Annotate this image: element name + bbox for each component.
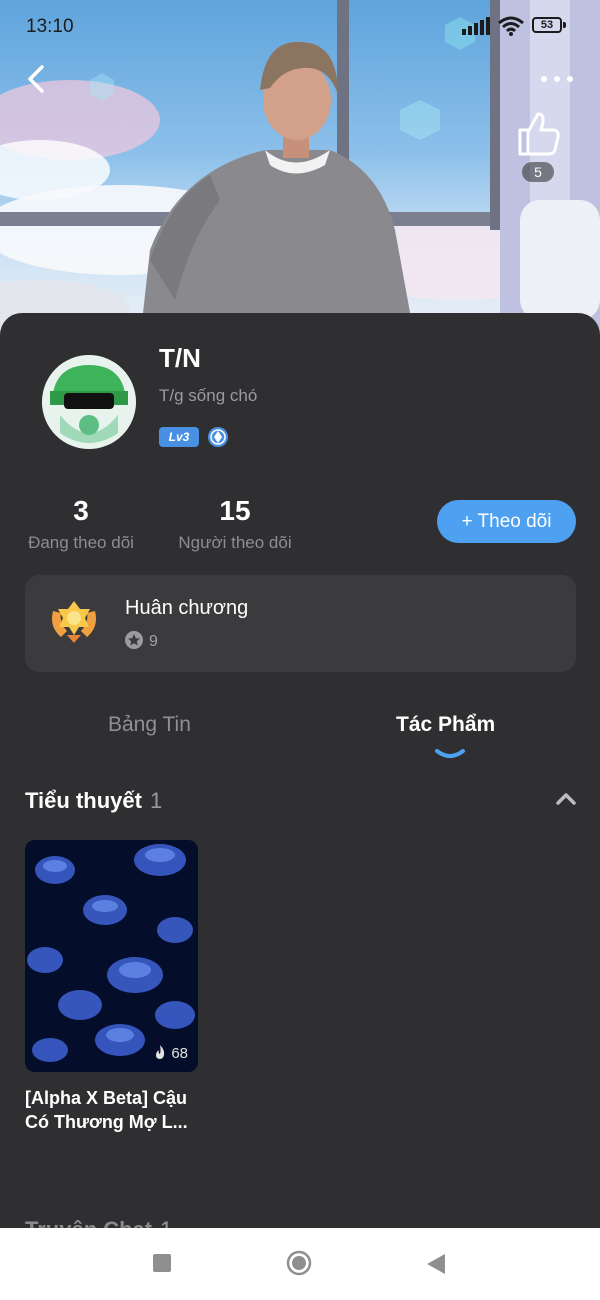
profile-panel: T/N T/g sống chó Lv3 3 Đang theo dõi 15 … [0, 313, 600, 1228]
back-triangle-icon[interactable] [425, 1252, 447, 1276]
avatar-image [42, 355, 136, 449]
following-count: 3 [73, 495, 89, 526]
recent-apps-icon[interactable] [153, 1254, 171, 1272]
novel-views: 68 [153, 1044, 188, 1062]
fire-icon [156, 1045, 165, 1059]
novel-section-title: Tiểu thuyết 1 [25, 788, 162, 814]
followers-count: 15 [219, 495, 251, 526]
battery-icon: 53 [532, 17, 566, 35]
status-bar: 13:10 53 [0, 0, 600, 56]
diamond-badge-icon [208, 427, 228, 447]
avatar[interactable] [42, 355, 136, 449]
jellyfish-cover-image [25, 840, 198, 1072]
level-badge: Lv3 [159, 427, 199, 447]
following-label: Đang theo dõi [28, 533, 134, 552]
wifi-icon [498, 16, 524, 36]
home-circle-icon[interactable] [286, 1250, 312, 1276]
tab-feed[interactable]: Bảng Tin [108, 713, 191, 737]
more-options-icon[interactable] [540, 72, 574, 86]
chat-section-count: 1 [160, 1217, 172, 1228]
like-count: 5 [522, 162, 554, 182]
like-button[interactable]: 5 [512, 110, 564, 186]
followers-stat[interactable]: 15 Người theo dõi [173, 495, 297, 553]
novel-section-count: 1 [149, 788, 163, 813]
system-navigation-bar [0, 1228, 600, 1300]
star-icon [125, 631, 143, 649]
signal-icon [462, 17, 490, 35]
tab-works[interactable]: Tác Phẩm [396, 713, 495, 737]
battery-level: 53 [532, 17, 562, 33]
medals-count: 9 [149, 633, 158, 650]
chevron-up-icon[interactable] [555, 791, 577, 807]
novel-card-cover[interactable]: 68 [25, 840, 198, 1072]
medals-title: Huân chương [125, 597, 249, 619]
tab-active-indicator [435, 749, 465, 758]
profile-bio: T/g sống chó [159, 386, 258, 405]
thumbs-up-icon [518, 112, 560, 156]
following-stat[interactable]: 3 Đang theo dõi [25, 495, 137, 553]
profile-name: T/N [159, 343, 201, 373]
novel-views-count: 68 [171, 1045, 188, 1062]
back-arrow-icon[interactable] [22, 62, 52, 96]
medal-icon [52, 601, 96, 643]
followers-label: Người theo dõi [178, 533, 292, 552]
follow-button[interactable]: + Theo dõi [437, 500, 576, 543]
novel-section-label: Tiểu thuyết [25, 788, 142, 813]
medals-card[interactable]: Huân chương 9 [25, 575, 576, 672]
status-time: 13:10 [26, 16, 74, 37]
novel-card-title[interactable]: [Alpha X Beta] Cậu Có Thương Mợ L... [25, 1086, 205, 1134]
chat-section-title: Truyện Chat 1 [25, 1217, 172, 1228]
medals-count-row: 9 [125, 631, 158, 651]
profile-cover-image: 13:10 53 5 [0, 0, 600, 340]
chat-section-label: Truyện Chat [25, 1217, 152, 1228]
